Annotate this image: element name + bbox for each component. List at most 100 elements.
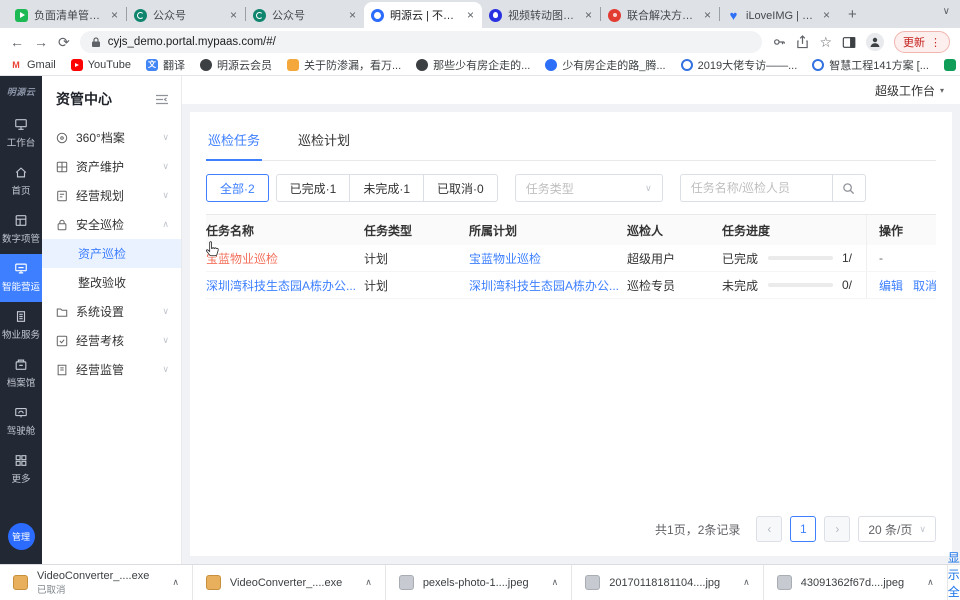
tab-1[interactable]: 负面清单管理（后续） × xyxy=(8,2,126,28)
tab-5[interactable]: 视频转动图_百度搜索 × xyxy=(482,2,600,28)
download-item-4[interactable]: 20170118181104....jpg ∧ xyxy=(572,565,764,600)
close-icon[interactable]: × xyxy=(584,8,593,22)
next-page-button[interactable]: › xyxy=(824,516,851,542)
cancel-link[interactable]: 取消 xyxy=(913,277,936,294)
tab-inspection-plans[interactable]: 巡检计划 xyxy=(296,124,352,160)
caret-down-icon[interactable]: ▾ xyxy=(940,86,944,95)
plan-link[interactable]: 深圳湾科技生态园A栋办公... xyxy=(469,277,627,294)
side-panel-icon[interactable] xyxy=(842,36,856,49)
plan-link[interactable]: 宝蓝物业巡检 xyxy=(469,250,627,267)
sidenav-item-label: 系统设置 xyxy=(76,305,125,319)
tab-title: 联合解决方案发布，华 xyxy=(627,10,697,22)
actions-cell: - xyxy=(866,245,936,271)
close-icon[interactable]: × xyxy=(703,8,712,22)
filter-incomplete-button[interactable]: 未完成·1 xyxy=(349,174,425,202)
rail-item-cockpit[interactable]: 驾驶舱 xyxy=(0,398,42,446)
sidenav-item-rectification-acceptance[interactable]: 整改验收 xyxy=(42,268,181,297)
download-item-5[interactable]: 43091362f67d....jpeg ∧ xyxy=(764,565,948,600)
close-icon[interactable]: × xyxy=(466,8,475,22)
sidenav-item-360-archive[interactable]: 360°档案 ∨ xyxy=(42,123,181,152)
forward-button[interactable]: → xyxy=(34,35,48,49)
bookmark-mingyuan-member[interactable]: 明源云会员 xyxy=(199,57,272,73)
url-box[interactable]: cyjs_demo.portal.mypaas.com/#/ xyxy=(79,31,763,53)
app-page: 明源云 工作台 首页 数字项管 智能营运 物业服务 档案馆 驾驶舱 更多 管理 … xyxy=(0,76,960,564)
bookmark-smart-engineering[interactable]: 智慧工程141方案 [... xyxy=(812,57,929,73)
chevron-up-icon[interactable]: ∧ xyxy=(743,577,750,588)
task-name-link[interactable]: 深圳湾科技生态园A栋办公... xyxy=(206,277,364,294)
tab-7[interactable]: ♥ iLoveIMG | 图像文件在 × xyxy=(720,2,838,28)
close-icon[interactable]: × xyxy=(110,8,119,22)
close-icon[interactable]: × xyxy=(822,8,831,22)
chevron-up-icon[interactable]: ∧ xyxy=(172,577,179,588)
task-name-link[interactable]: 宝蓝物业巡检 xyxy=(206,250,364,267)
chevron-up-icon[interactable]: ∧ xyxy=(927,577,934,588)
tab-6[interactable]: 联合解决方案发布，华 × xyxy=(601,2,719,28)
edit-link[interactable]: 编辑 xyxy=(879,277,903,294)
collapse-menu-icon[interactable] xyxy=(155,94,169,105)
rail-item-smart-operations[interactable]: 智能营运 xyxy=(0,254,42,302)
sidenav-item-system-settings[interactable]: 系统设置 ∨ xyxy=(42,297,181,326)
chevron-up-icon[interactable]: ∧ xyxy=(365,577,372,588)
download-item-2[interactable]: VideoConverter_....exe ∧ xyxy=(193,565,386,600)
reload-button[interactable]: ⟳ xyxy=(58,35,70,49)
download-filename: 20170118181104....jpg xyxy=(609,576,721,589)
rail-item-archives[interactable]: 档案馆 xyxy=(0,350,42,398)
new-tab-button[interactable]: + xyxy=(838,6,867,23)
sidenav-item-business-planning[interactable]: 经营规划 ∨ xyxy=(42,181,181,210)
translate-icon: 文 xyxy=(145,58,158,71)
page-size-select[interactable]: 20 条/页 ∨ xyxy=(858,516,936,542)
rail-item-more[interactable]: 更多 xyxy=(0,446,42,494)
sidenav-item-business-supervision[interactable]: 经营监管 ∨ xyxy=(42,355,181,384)
filter-all-button[interactable]: 全部·2 xyxy=(206,174,269,202)
rail-item-property-service[interactable]: 物业服务 xyxy=(0,302,42,350)
sidenav-item-business-assessment[interactable]: 经营考核 ∨ xyxy=(42,326,181,355)
profile-avatar[interactable] xyxy=(866,33,884,51)
bookmark-annual-plan[interactable]: 2021年会方案 xyxy=(943,57,960,73)
bookmark-leakproof[interactable]: 关于防渗漏，看万... xyxy=(286,57,401,73)
bookmark-article-2[interactable]: 少有房企走的路_腾... xyxy=(545,57,666,73)
back-button[interactable]: ← xyxy=(10,35,24,49)
search-button[interactable] xyxy=(831,174,866,202)
task-type-select[interactable]: 任务类型 ∨ xyxy=(514,174,663,202)
download-item-1[interactable]: VideoConverter_....exe 已取消 ∧ xyxy=(0,565,193,600)
filter-cancelled-button[interactable]: 已取消·0 xyxy=(423,174,498,202)
url-text: cyjs_demo.portal.mypaas.com/#/ xyxy=(107,36,276,48)
more-menu-icon[interactable]: ⋮ xyxy=(930,36,941,49)
tab-4-active[interactable]: 明源云 | 不动产项目投 × xyxy=(364,2,482,28)
download-item-3[interactable]: pexels-photo-1....jpeg ∧ xyxy=(386,565,573,600)
card-tabs: 巡检任务 巡检计划 xyxy=(206,112,936,161)
pagination: 共1页，2条记录 ‹ 1 › 20 条/页 ∨ xyxy=(206,516,936,556)
close-icon[interactable]: × xyxy=(348,8,357,22)
rail-item-workbench[interactable]: 工作台 xyxy=(0,110,42,158)
sidenav-item-safety-inspection[interactable]: 安全巡检 ∧ xyxy=(42,210,181,239)
chevron-up-icon[interactable]: ∧ xyxy=(552,577,559,588)
tab-2[interactable]: 公众号 × xyxy=(127,2,245,28)
admin-badge[interactable]: 管理 xyxy=(7,523,35,550)
show-all-downloads-button[interactable]: 显示全部 xyxy=(948,549,960,600)
prev-page-button[interactable]: ‹ xyxy=(756,516,783,542)
sidenav-item-label: 资产巡检 xyxy=(78,247,127,261)
search-input[interactable] xyxy=(679,174,832,202)
bookmark-interview[interactable]: 2019大佬专访——... xyxy=(680,57,797,73)
folder-icon xyxy=(56,307,68,317)
rail-item-home[interactable]: 首页 xyxy=(0,158,42,206)
tab-inspection-tasks[interactable]: 巡检任务 xyxy=(206,124,263,161)
page-number-button[interactable]: 1 xyxy=(790,516,817,542)
bookmark-translate[interactable]: 文翻译 xyxy=(145,57,185,73)
bookmark-star-icon[interactable]: ☆ xyxy=(819,34,832,51)
sidenav-item-asset-inspection[interactable]: 资产巡检 xyxy=(42,239,181,268)
bookmark-article-1[interactable]: 那些少有房企走的... xyxy=(416,57,530,73)
sidenav-item-asset-maintenance[interactable]: 资产维护 ∨ xyxy=(42,152,181,181)
bookmark-gmail[interactable]: M Gmail xyxy=(10,58,56,71)
monitor-icon xyxy=(15,119,27,130)
rail-item-digital-pm[interactable]: 数字项管 xyxy=(0,206,42,254)
workspace-switcher[interactable]: 超级工作台 xyxy=(875,82,935,99)
share-icon[interactable] xyxy=(796,35,809,49)
tab-search-chevron-icon[interactable]: ∨ xyxy=(943,6,950,17)
close-icon[interactable]: × xyxy=(229,8,238,22)
key-icon[interactable] xyxy=(772,35,786,49)
tab-3[interactable]: 公众号 × xyxy=(246,2,364,28)
bookmark-youtube[interactable]: YouTube xyxy=(70,58,131,71)
chrome-update-button[interactable]: 更新 ⋮ xyxy=(894,31,950,53)
filter-completed-button[interactable]: 已完成·1 xyxy=(275,174,351,202)
